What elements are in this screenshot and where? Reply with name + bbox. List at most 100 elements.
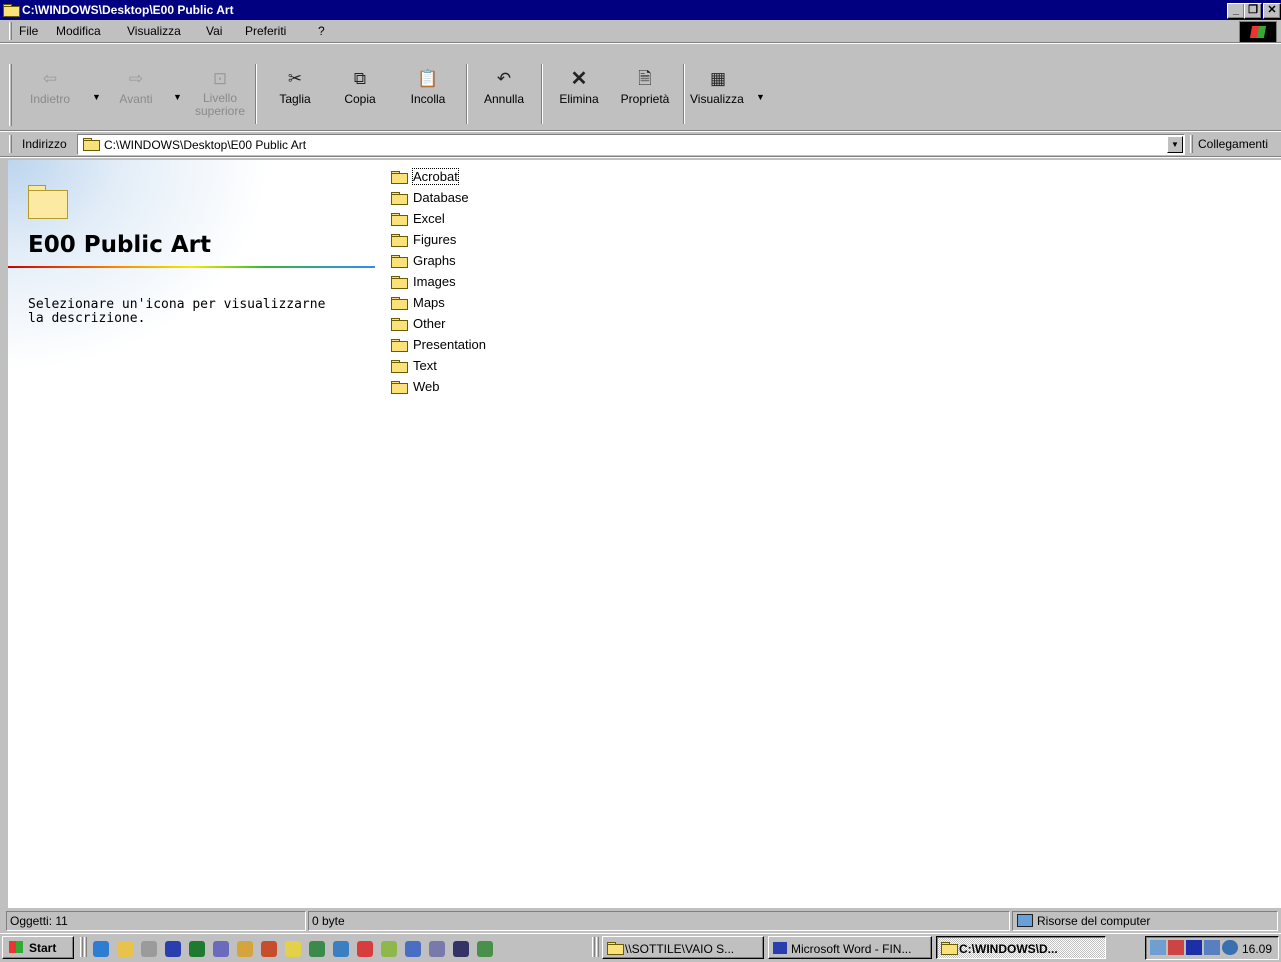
folder-icon bbox=[83, 138, 100, 151]
back-button[interactable]: ⇦ Indietro bbox=[30, 66, 70, 106]
address-label: Indirizzo bbox=[22, 137, 67, 151]
menu-preferiti[interactable]: Preferiti bbox=[245, 24, 286, 38]
menu-help[interactable]: ? bbox=[318, 24, 325, 38]
taskbar: Start \\SOTTILE\VAIO S... Microsoft Word… bbox=[0, 933, 1281, 962]
large-folder-icon bbox=[28, 185, 68, 219]
toolbar-grip[interactable] bbox=[9, 64, 12, 126]
antivirus-tray-icon[interactable] bbox=[1168, 940, 1184, 955]
clock[interactable]: 16.09 bbox=[1242, 942, 1272, 956]
info-hint: Selezionare un'icona per visualizzarne l… bbox=[28, 297, 326, 326]
folder-icon bbox=[3, 4, 20, 17]
address-value[interactable]: C:\WINDOWS\Desktop\E00 Public Art bbox=[104, 138, 306, 152]
outlook-express-icon[interactable] bbox=[117, 941, 133, 957]
user-icon[interactable] bbox=[453, 941, 469, 957]
paste-button[interactable]: 📋 Incolla bbox=[402, 66, 454, 106]
menu-grip[interactable] bbox=[9, 22, 12, 40]
quicklaunch-grip[interactable] bbox=[84, 937, 87, 957]
up-level-button[interactable]: ⊡ Livello superiore bbox=[192, 66, 248, 118]
display-tray-icon[interactable] bbox=[1204, 940, 1220, 955]
language-tray-icon[interactable] bbox=[1186, 940, 1202, 955]
copy-icon: ⧉ bbox=[353, 69, 367, 88]
toolbar-separator bbox=[255, 64, 257, 124]
menu-bar: File Modifica Visualizza Vai Preferiti ? bbox=[0, 20, 1281, 43]
delete-button[interactable]: ✕ Elimina bbox=[554, 66, 604, 106]
quicklaunch-grip[interactable] bbox=[80, 937, 83, 957]
folder-icon bbox=[391, 192, 408, 205]
start-button[interactable]: Start bbox=[2, 936, 74, 959]
task-windows-desktop[interactable]: C:\WINDOWS\D... bbox=[936, 936, 1106, 959]
address-input[interactable]: C:\WINDOWS\Desktop\E00 Public Art bbox=[77, 134, 1185, 155]
delete-x-icon: ✕ bbox=[570, 68, 588, 90]
views-button[interactable]: ▦ Visualizza bbox=[690, 66, 754, 106]
address-dropdown-button[interactable]: ▼ bbox=[1167, 136, 1183, 153]
folder-icon bbox=[607, 942, 624, 955]
links-grip[interactable] bbox=[1190, 135, 1193, 153]
scissors-icon: ✂ bbox=[287, 69, 303, 88]
acrobat-icon[interactable] bbox=[357, 941, 373, 957]
maximize-button[interactable]: ❐ bbox=[1244, 3, 1262, 19]
tasks-grip[interactable] bbox=[592, 937, 595, 957]
scheduler-tray-icon[interactable] bbox=[1222, 940, 1238, 955]
views-icon: ▦ bbox=[710, 69, 727, 88]
status-zone: Risorse del computer bbox=[1012, 911, 1278, 931]
folder-title: E00 Public Art bbox=[28, 232, 211, 258]
address-separator-line bbox=[0, 156, 1281, 158]
powerpoint-icon[interactable] bbox=[261, 941, 277, 957]
forward-dropdown-arrow[interactable]: ▼ bbox=[173, 92, 182, 102]
undo-button[interactable]: ↶ Annulla bbox=[478, 66, 530, 106]
folder-icon bbox=[391, 276, 408, 289]
task-microsoft-word[interactable]: Microsoft Word - FIN... bbox=[768, 936, 932, 959]
folder-icon bbox=[941, 942, 958, 955]
undo-icon: ↶ bbox=[496, 69, 512, 88]
info-pane: E00 Public Art Selezionare un'icona per … bbox=[8, 160, 378, 908]
views-dropdown-arrow[interactable]: ▼ bbox=[756, 92, 765, 102]
menu-modifica[interactable]: Modifica bbox=[56, 24, 101, 38]
folder-view[interactable]: E00 Public Art Selezionare un'icona per … bbox=[8, 160, 1281, 908]
forward-button[interactable]: ⇨ Avanti bbox=[116, 66, 156, 106]
internet-explorer-icon[interactable] bbox=[93, 941, 109, 957]
word-icon[interactable] bbox=[165, 941, 181, 957]
close-button[interactable]: ✕ bbox=[1263, 3, 1281, 19]
calculator-icon[interactable] bbox=[405, 941, 421, 957]
tasks-grip[interactable] bbox=[596, 937, 599, 957]
notepad-icon[interactable] bbox=[429, 941, 445, 957]
toolbar-separator bbox=[541, 64, 543, 124]
menu-file[interactable]: File bbox=[19, 24, 38, 38]
task-sottile-vaio[interactable]: \\SOTTILE\VAIO S... bbox=[602, 936, 764, 959]
address-bar: Indirizzo C:\WINDOWS\Desktop\E00 Public … bbox=[0, 133, 1281, 155]
folder-icon bbox=[391, 360, 408, 373]
menu-vai[interactable]: Vai bbox=[206, 24, 222, 38]
minimize-button[interactable]: _ bbox=[1227, 3, 1245, 19]
folder-icon bbox=[391, 381, 408, 394]
title-bar[interactable]: C:\WINDOWS\Desktop\E00 Public Art _ ❐ ✕ bbox=[0, 0, 1281, 20]
rainbow-divider bbox=[8, 266, 375, 268]
settings-icon[interactable] bbox=[309, 941, 325, 957]
menu-visualizza[interactable]: Visualizza bbox=[127, 24, 181, 38]
up-folder-icon: ⊡ bbox=[212, 69, 228, 88]
network-icon[interactable] bbox=[381, 941, 397, 957]
computer-icon bbox=[1017, 914, 1033, 927]
paste-icon: 📋 bbox=[417, 69, 439, 88]
paint-icon[interactable] bbox=[237, 941, 253, 957]
network-tray-icon[interactable] bbox=[1150, 940, 1166, 955]
excel-icon[interactable] bbox=[189, 941, 205, 957]
toolbar: ⇦ Indietro ▼ ⇨ Avanti ▼ ⊡ Livello superi… bbox=[0, 44, 1281, 128]
links-button[interactable]: Collegamenti bbox=[1198, 137, 1268, 151]
system-tray: 16.09 bbox=[1145, 936, 1279, 960]
back-dropdown-arrow[interactable]: ▼ bbox=[92, 92, 101, 102]
show-desktop-icon[interactable] bbox=[141, 941, 157, 957]
address-grip[interactable] bbox=[9, 135, 12, 153]
properties-button[interactable]: 🗎 Proprietà bbox=[614, 66, 676, 106]
book-icon[interactable] bbox=[477, 941, 493, 957]
search-icon[interactable] bbox=[213, 941, 229, 957]
folder-shortcut-icon[interactable] bbox=[285, 941, 301, 957]
folder-icon bbox=[391, 234, 408, 247]
folder-icon bbox=[391, 297, 408, 310]
copy-button[interactable]: ⧉ Copia bbox=[338, 66, 382, 106]
cut-button[interactable]: ✂ Taglia bbox=[272, 66, 318, 106]
calendar-icon[interactable] bbox=[333, 941, 349, 957]
folder-icon bbox=[391, 171, 408, 184]
windows-logo-icon bbox=[9, 941, 23, 953]
forward-arrow-icon: ⇨ bbox=[128, 69, 144, 88]
word-icon bbox=[773, 942, 787, 954]
